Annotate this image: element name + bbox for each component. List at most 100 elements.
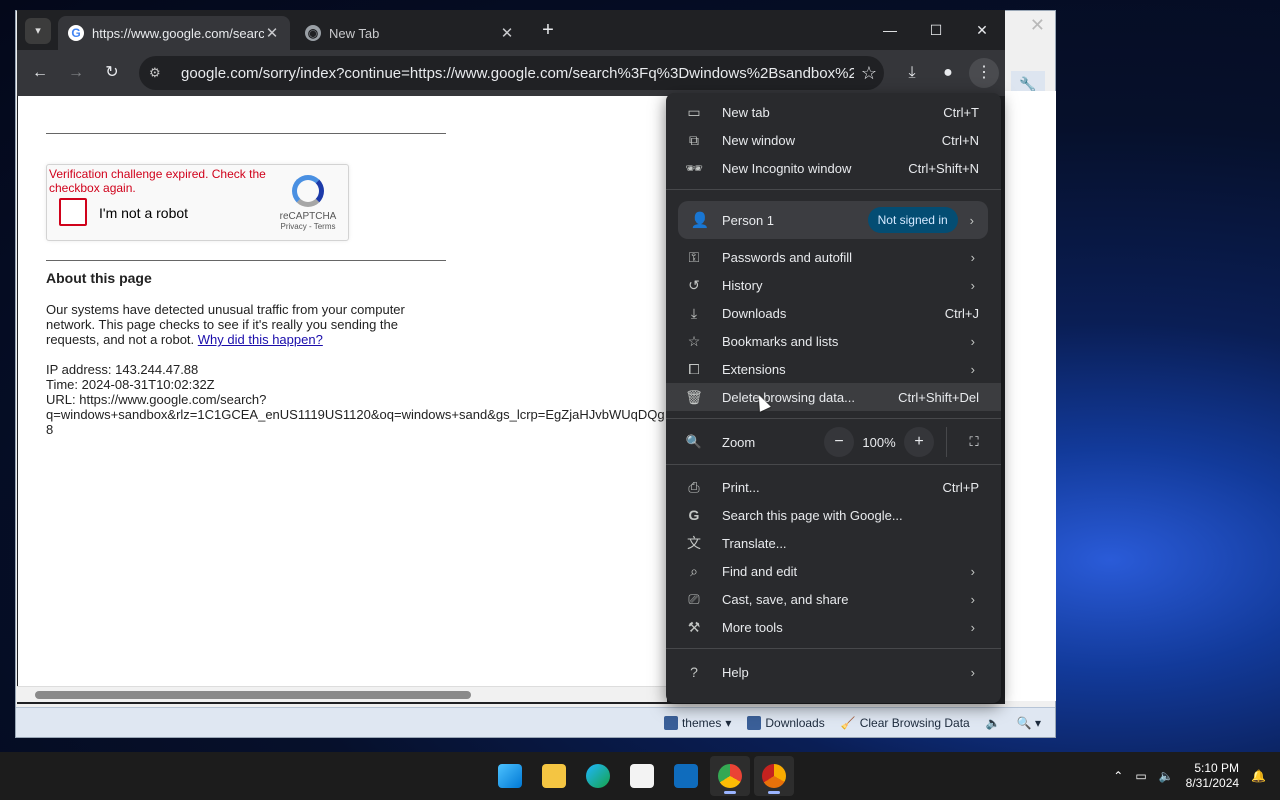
bookmark-star-icon[interactable]: ☆	[854, 63, 884, 84]
google-favicon-icon: G	[68, 25, 84, 41]
menu-item-help[interactable]: ? Help ›	[666, 658, 1001, 686]
trash-icon: 🗑	[685, 388, 703, 405]
zoom-out-button[interactable]: −	[824, 427, 854, 457]
themes-menu[interactable]: themes ▾	[663, 715, 731, 730]
profile-icon[interactable]: ●	[933, 58, 963, 88]
site-settings-icon[interactable]: ⚙	[149, 65, 169, 81]
star-icon: ☆	[687, 332, 701, 349]
chevron-right-icon: ›	[970, 249, 975, 265]
recaptcha-logo: reCAPTCHA Privacy - Terms	[278, 175, 338, 231]
menu-zoom-row: 🔍 Zoom − 100% + ⛶	[666, 427, 1001, 457]
page-content: Verification challenge expired. Check th…	[18, 96, 668, 686]
file-explorer-button[interactable]	[534, 756, 574, 796]
why-did-this-happen-link[interactable]: Why did this happen?	[198, 332, 323, 347]
url-line-2: q=windows+sandbox&rlz=1C1GCEA_enUS1119US…	[46, 407, 665, 422]
store-button[interactable]	[622, 756, 662, 796]
background-status-bar: themes ▾ Downloads 🧹 Clear Browsing Data …	[16, 707, 1055, 737]
maximize-icon[interactable]: ☐	[913, 10, 959, 50]
horizontal-scrollbar[interactable]	[17, 686, 667, 702]
new-window-icon: ⧉	[689, 131, 699, 148]
recaptcha-terms-link[interactable]: Privacy - Terms	[278, 222, 338, 231]
zoom-icon: 🔍	[685, 434, 703, 449]
menu-item-new-window[interactable]: ⧉ New window Ctrl+N	[666, 126, 1001, 154]
menu-item-more-tools[interactable]: ⚒ More tools ›	[666, 613, 1001, 641]
menu-item-print[interactable]: ⎙ Print... Ctrl+P	[666, 473, 1001, 501]
cast-icon: ⎚	[688, 590, 700, 607]
chevron-right-icon: ›	[970, 333, 975, 349]
reload-icon[interactable]: ↻	[97, 58, 127, 88]
close-tab-icon[interactable]: ✕	[499, 24, 515, 42]
forward-icon[interactable]: →	[61, 58, 91, 88]
folder-icon	[542, 764, 566, 788]
recaptcha-icon	[292, 175, 324, 207]
url-line-3: 8	[46, 422, 54, 437]
downloads-status-button[interactable]: Downloads	[747, 715, 825, 730]
taskbar-apps	[490, 756, 794, 796]
zoom-in-button[interactable]: +	[904, 427, 934, 457]
close-tab-icon[interactable]: ✕	[264, 24, 280, 42]
tab-search-button[interactable]: ▾	[25, 18, 51, 44]
menu-item-person[interactable]: 👤 Person 1 Not signed in ›	[678, 201, 988, 239]
themes-icon	[663, 715, 678, 730]
scrollbar-thumb[interactable]	[35, 691, 471, 699]
person-icon: 👤	[690, 212, 710, 229]
outlook-button[interactable]	[666, 756, 706, 796]
menu-separator	[666, 464, 1001, 465]
about-heading: About this page	[46, 270, 152, 286]
address-bar[interactable]: ⚙ google.com/sorry/index?continue=https:…	[139, 56, 884, 90]
menu-separator	[666, 648, 1001, 649]
tab-google-search[interactable]: G https://www.google.com/search ✕	[58, 16, 290, 50]
display-icon[interactable]: ▭	[1135, 769, 1146, 783]
menu-kebab-icon[interactable]: ⋮	[969, 58, 999, 88]
menu-item-new-tab[interactable]: ▭ New tab Ctrl+T	[666, 98, 1001, 126]
divider	[46, 133, 446, 134]
menu-item-search-with-google[interactable]: G Search this page with Google...	[666, 501, 1001, 529]
print-icon: ⎙	[688, 478, 700, 495]
recaptcha-checkbox[interactable]	[59, 198, 87, 226]
menu-item-new-incognito-window[interactable]: 🕶 New Incognito window Ctrl+Shift+N	[666, 154, 1001, 182]
menu-item-extensions[interactable]: ⧠ Extensions ›	[666, 355, 1001, 383]
background-window-panel	[1004, 91, 1056, 701]
menu-item-passwords[interactable]: ⚿ Passwords and autofill ›	[666, 243, 1001, 271]
menu-item-downloads[interactable]: ⤓ Downloads Ctrl+J	[666, 299, 1001, 327]
system-tray: ⌃ ▭ 🔈 5:10 PM 8/31/2024 🔔	[1113, 752, 1266, 800]
back-icon[interactable]: ←	[25, 58, 55, 88]
chevron-right-icon: ›	[970, 619, 975, 635]
store-icon	[630, 764, 654, 788]
new-tab-button[interactable]: +	[537, 18, 559, 44]
menu-item-bookmarks[interactable]: ☆ Bookmarks and lists ›	[666, 327, 1001, 355]
menu-item-delete-browsing-data[interactable]: 🗑 Delete browsing data... Ctrl+Shift+Del	[666, 383, 1001, 411]
vertical-divider	[946, 427, 947, 457]
taskbar: ⌃ ▭ 🔈 5:10 PM 8/31/2024 🔔	[0, 752, 1280, 800]
help-icon: ?	[690, 664, 698, 680]
close-icon[interactable]: ✕	[1030, 15, 1045, 36]
clock[interactable]: 5:10 PM 8/31/2024	[1186, 761, 1239, 791]
chrome-icon	[718, 764, 742, 788]
fullscreen-icon[interactable]: ⛶	[959, 434, 989, 450]
speaker-icon[interactable]: 🔈	[986, 716, 1001, 730]
menu-separator	[666, 418, 1001, 419]
sign-in-status-badge: Not signed in	[867, 207, 958, 233]
close-window-icon[interactable]: ✕	[959, 10, 1005, 50]
broom-icon: 🧹	[840, 715, 856, 730]
chrome-taskbar-button[interactable]	[710, 756, 750, 796]
menu-item-find-and-edit[interactable]: ⌕ Find and edit ›	[666, 557, 1001, 585]
chevron-up-icon[interactable]: ⌃	[1113, 769, 1123, 783]
edge-button[interactable]	[578, 756, 618, 796]
volume-icon[interactable]: 🔈	[1159, 769, 1174, 783]
menu-item-cast-save-share[interactable]: ⎚ Cast, save, and share ›	[666, 585, 1001, 613]
clear-browsing-data-button[interactable]: 🧹 Clear Browsing Data	[841, 716, 970, 730]
minimize-icon[interactable]: —	[867, 10, 913, 50]
chrome-canary-taskbar-button[interactable]	[754, 756, 794, 796]
download-icon[interactable]: ⤓	[897, 58, 927, 88]
menu-item-history[interactable]: ↺ History ›	[666, 271, 1001, 299]
notification-bell-icon[interactable]: 🔔	[1251, 769, 1266, 783]
tab-new-tab[interactable]: ◉ New Tab ✕	[295, 16, 525, 50]
start-button[interactable]	[490, 756, 530, 796]
google-icon: G	[688, 507, 700, 523]
zoom-search-icon[interactable]: 🔍 ▾	[1017, 716, 1041, 730]
chevron-right-icon: ›	[969, 212, 974, 228]
translate-icon: 文	[687, 535, 701, 551]
chevron-right-icon: ›	[970, 563, 975, 579]
menu-item-translate[interactable]: 文 Translate...	[666, 529, 1001, 557]
